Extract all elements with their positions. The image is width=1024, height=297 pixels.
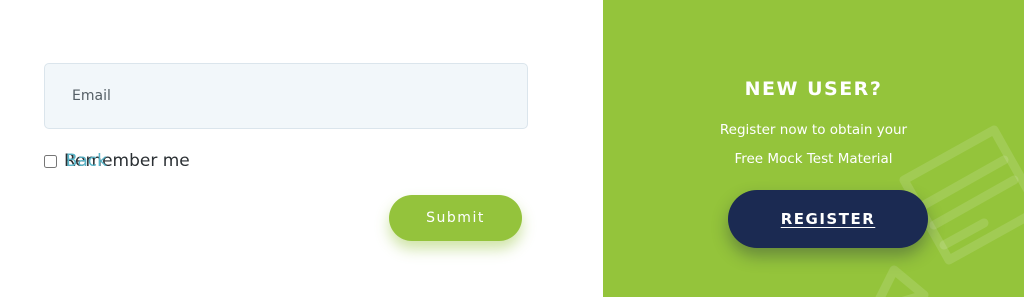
- email-field[interactable]: [44, 63, 528, 129]
- login-panel: Remember me Back Submit: [0, 0, 603, 297]
- new-user-heading: NEW USER?: [744, 78, 883, 100]
- remember-me-checkbox[interactable]: [44, 154, 57, 168]
- back-link[interactable]: Back: [66, 150, 107, 172]
- register-panel: NEW USER? Register now to obtain your Fr…: [603, 0, 1024, 297]
- register-button[interactable]: REGISTER: [728, 190, 928, 248]
- submit-button[interactable]: Submit: [389, 195, 522, 241]
- register-text-line-2: Free Mock Test Material: [734, 151, 893, 167]
- register-text-line-1: Register now to obtain your: [719, 122, 908, 138]
